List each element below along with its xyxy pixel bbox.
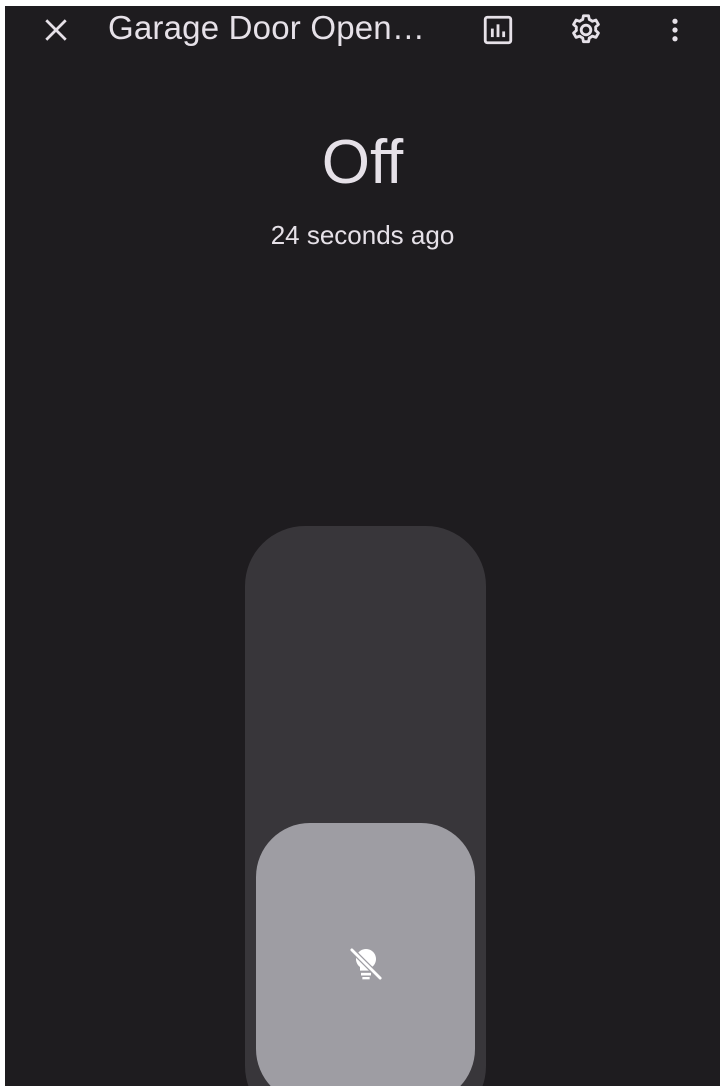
settings-button[interactable] xyxy=(562,6,610,54)
more-info-dialog: Garage Door Open… Off 24 seconds ago xyxy=(5,6,720,1086)
more-vertical-icon xyxy=(672,18,678,42)
dialog-title: Garage Door Open… xyxy=(108,9,426,46)
toggle-switch[interactable] xyxy=(245,526,486,1086)
gear-icon xyxy=(572,14,600,44)
chart-box-icon xyxy=(483,15,513,45)
toggle-knob[interactable] xyxy=(256,823,475,1086)
close-button[interactable] xyxy=(32,6,80,54)
last-changed-time: 24 seconds ago xyxy=(270,220,455,250)
lightbulb-off-icon xyxy=(349,947,383,981)
dialog-header: Garage Door Open… xyxy=(5,6,720,62)
more-menu-button[interactable] xyxy=(651,6,699,54)
history-button[interactable] xyxy=(474,6,522,54)
entity-state: Off xyxy=(321,128,404,197)
close-icon xyxy=(45,19,67,41)
